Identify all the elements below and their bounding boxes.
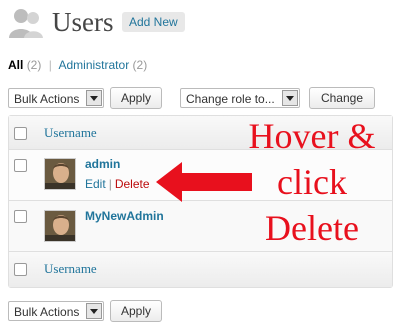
annotation-line-3: Delete	[265, 208, 359, 248]
change-role-select[interactable]: Change role to...	[180, 88, 300, 108]
bulk-actions-value: Bulk Actions	[14, 92, 80, 106]
user-role-filters: All (2) | Administrator (2)	[8, 56, 147, 74]
filter-administrator[interactable]: Administrator	[59, 58, 130, 72]
apply-button-bottom[interactable]: Apply	[110, 300, 162, 322]
chevron-down-icon[interactable]	[282, 90, 298, 106]
add-new-button[interactable]: Add New	[122, 12, 185, 32]
row-checkbox[interactable]	[14, 159, 27, 172]
users-icon	[9, 9, 43, 38]
bulk-actions-value: Bulk Actions	[14, 305, 80, 319]
filter-all-count: (2)	[26, 58, 42, 72]
page-title: Users	[52, 7, 114, 37]
row-actions: Edit | Delete	[85, 177, 150, 191]
avatar	[44, 210, 76, 242]
change-button[interactable]: Change	[309, 87, 375, 109]
apply-button[interactable]: Apply	[110, 87, 162, 109]
filter-separator: |	[48, 58, 52, 72]
filter-administrator-count: (2)	[132, 58, 148, 72]
delete-link[interactable]: Delete	[115, 177, 150, 191]
annotation-line-1: Hover &	[248, 116, 376, 156]
action-separator: |	[108, 177, 112, 191]
username-link[interactable]: admin	[85, 157, 120, 171]
bulk-actions-select-bottom[interactable]: Bulk Actions	[8, 301, 104, 321]
row-checkbox[interactable]	[14, 210, 27, 223]
avatar	[44, 158, 76, 190]
filter-all[interactable]: All	[8, 58, 23, 72]
table-footer: Username	[9, 252, 392, 287]
select-all-checkbox[interactable]	[14, 263, 27, 276]
chevron-down-icon[interactable]	[86, 303, 102, 319]
arrow-left-icon	[156, 162, 252, 202]
edit-link[interactable]: Edit	[85, 177, 106, 191]
annotation-line-2: click	[277, 162, 347, 202]
change-role-value: Change role to...	[186, 92, 275, 106]
select-all-checkbox[interactable]	[14, 127, 27, 140]
bulk-actions-select[interactable]: Bulk Actions	[8, 88, 104, 108]
username-column-footer[interactable]: Username	[44, 261, 97, 277]
username-link[interactable]: MyNewAdmin	[85, 209, 164, 223]
username-column-header[interactable]: Username	[44, 125, 97, 141]
chevron-down-icon[interactable]	[86, 90, 102, 106]
